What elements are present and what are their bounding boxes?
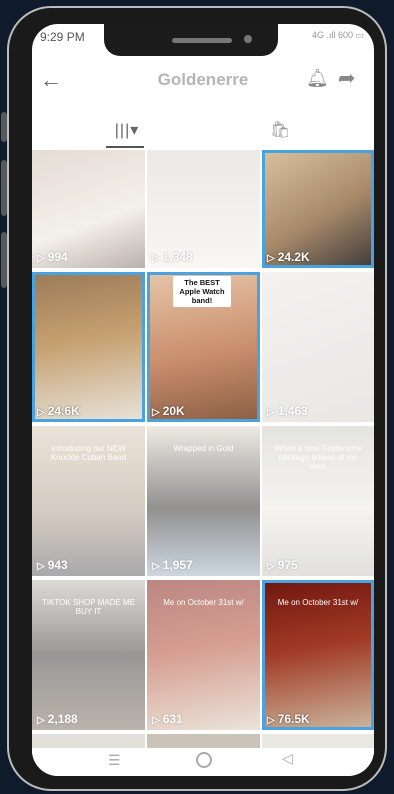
profile-tabs: |||▾ 🛍︎ bbox=[32, 116, 374, 150]
play-icon: ▷ bbox=[152, 715, 160, 726]
view-count: ▷ 1,348 bbox=[152, 250, 193, 264]
front-camera bbox=[244, 35, 252, 43]
play-icon: ▷ bbox=[152, 253, 160, 264]
view-count: ▷ 975 bbox=[267, 558, 298, 572]
play-icon: ▷ bbox=[267, 561, 275, 572]
view-count: ▷ 994 bbox=[37, 250, 68, 264]
shopping-bag-icon[interactable]: 🛍︎ bbox=[270, 120, 290, 140]
speaker-grille bbox=[172, 38, 232, 43]
play-icon: ▷ bbox=[267, 253, 275, 264]
video-caption: Me on October 31st w/ bbox=[277, 598, 359, 607]
video-thumbnail-11[interactable]: Me on October 31st w/ ▷ 631 bbox=[147, 580, 260, 730]
play-icon: ▷ bbox=[152, 561, 160, 572]
video-thumbnail-9[interactable]: When a new Goldenerre package arrives at… bbox=[262, 426, 374, 576]
video-thumbnail-7[interactable]: Introducing our NEW Knuckle Cuban Band ▷… bbox=[32, 426, 145, 576]
status-indicators: 4G .ıll 600 ▭ bbox=[311, 30, 364, 40]
profile-header: ← Goldenerre 🔔︎ ➦ bbox=[32, 64, 374, 98]
video-caption: When a new Goldenerre package arrives at… bbox=[274, 444, 362, 471]
video-caption: Introducing our NEW Knuckle Cuban Band bbox=[50, 444, 127, 462]
view-count: ▷ 943 bbox=[37, 558, 68, 572]
view-count: ▷ 1,463 bbox=[267, 404, 308, 418]
side-button bbox=[1, 232, 7, 288]
video-thumbnail-4[interactable]: ▷ 24.6K bbox=[32, 272, 145, 422]
videos-grid-tab-icon[interactable]: |||▾ bbox=[108, 120, 146, 140]
video-thumbnail-8[interactable]: Wrapped in Gold ▷ 1,957 bbox=[147, 426, 260, 576]
play-icon: ▷ bbox=[152, 407, 160, 418]
video-thumbnail-3[interactable]: ▷ 24.2K bbox=[262, 150, 374, 268]
video-caption: The BEST Apple Watch band! bbox=[173, 276, 231, 307]
play-icon: ▷ bbox=[37, 407, 45, 418]
view-count: ▷ 2,188 bbox=[37, 712, 78, 726]
video-thumbnail-1[interactable]: ▷ 994 bbox=[32, 150, 145, 268]
play-icon: ▷ bbox=[267, 715, 275, 726]
play-icon: ▷ bbox=[37, 715, 45, 726]
video-thumbnail-6[interactable]: ▷ 1,463 bbox=[262, 272, 374, 422]
view-count: ▷ 76.5K bbox=[267, 712, 310, 726]
view-count: ▷ 1,957 bbox=[152, 558, 193, 572]
video-caption: Me on October 31st w/ bbox=[163, 598, 244, 607]
volume-down-button bbox=[1, 160, 7, 216]
system-nav-bar: ☰ ◁ bbox=[32, 748, 374, 776]
play-icon: ▷ bbox=[37, 253, 45, 264]
phone-notch bbox=[104, 24, 278, 56]
status-time: 9:29 PM bbox=[40, 30, 85, 44]
volume-up-button bbox=[1, 112, 7, 142]
video-thumbnail-10[interactable]: TIKTOK SHOP MADE ME BUY IT ▷ 2,188 bbox=[32, 580, 145, 730]
video-thumbnail-2[interactable]: ▷ 1,348 bbox=[147, 150, 260, 268]
video-thumbnail-12[interactable]: Me on October 31st w/ ▷ 76.5K bbox=[262, 580, 374, 730]
video-thumbnail-5[interactable]: The BEST Apple Watch band! ▷ 20K bbox=[147, 272, 260, 422]
home-icon[interactable] bbox=[196, 752, 212, 768]
active-tab-indicator bbox=[106, 146, 144, 148]
share-icon[interactable]: ➦ bbox=[338, 66, 356, 91]
video-caption: Wrapped in Gold bbox=[173, 444, 234, 453]
video-caption: TIKTOK SHOP MADE ME BUY IT bbox=[41, 598, 136, 616]
view-count: ▷ 24.2K bbox=[267, 250, 310, 264]
play-icon: ▷ bbox=[267, 407, 275, 418]
phone-screen: 9:29 PM 4G .ıll 600 ▭ ← Goldenerre 🔔︎ ➦ … bbox=[32, 24, 374, 776]
play-icon: ▷ bbox=[37, 561, 45, 572]
bell-icon[interactable]: 🔔︎ bbox=[306, 68, 329, 89]
back-triangle-icon[interactable]: ◁ bbox=[282, 750, 293, 767]
view-count: ▷ 631 bbox=[152, 712, 183, 726]
view-count: ▷ 24.6K bbox=[37, 404, 80, 418]
recent-apps-icon[interactable]: ☰ bbox=[108, 752, 121, 769]
view-count: ▷ 20K bbox=[152, 404, 185, 418]
